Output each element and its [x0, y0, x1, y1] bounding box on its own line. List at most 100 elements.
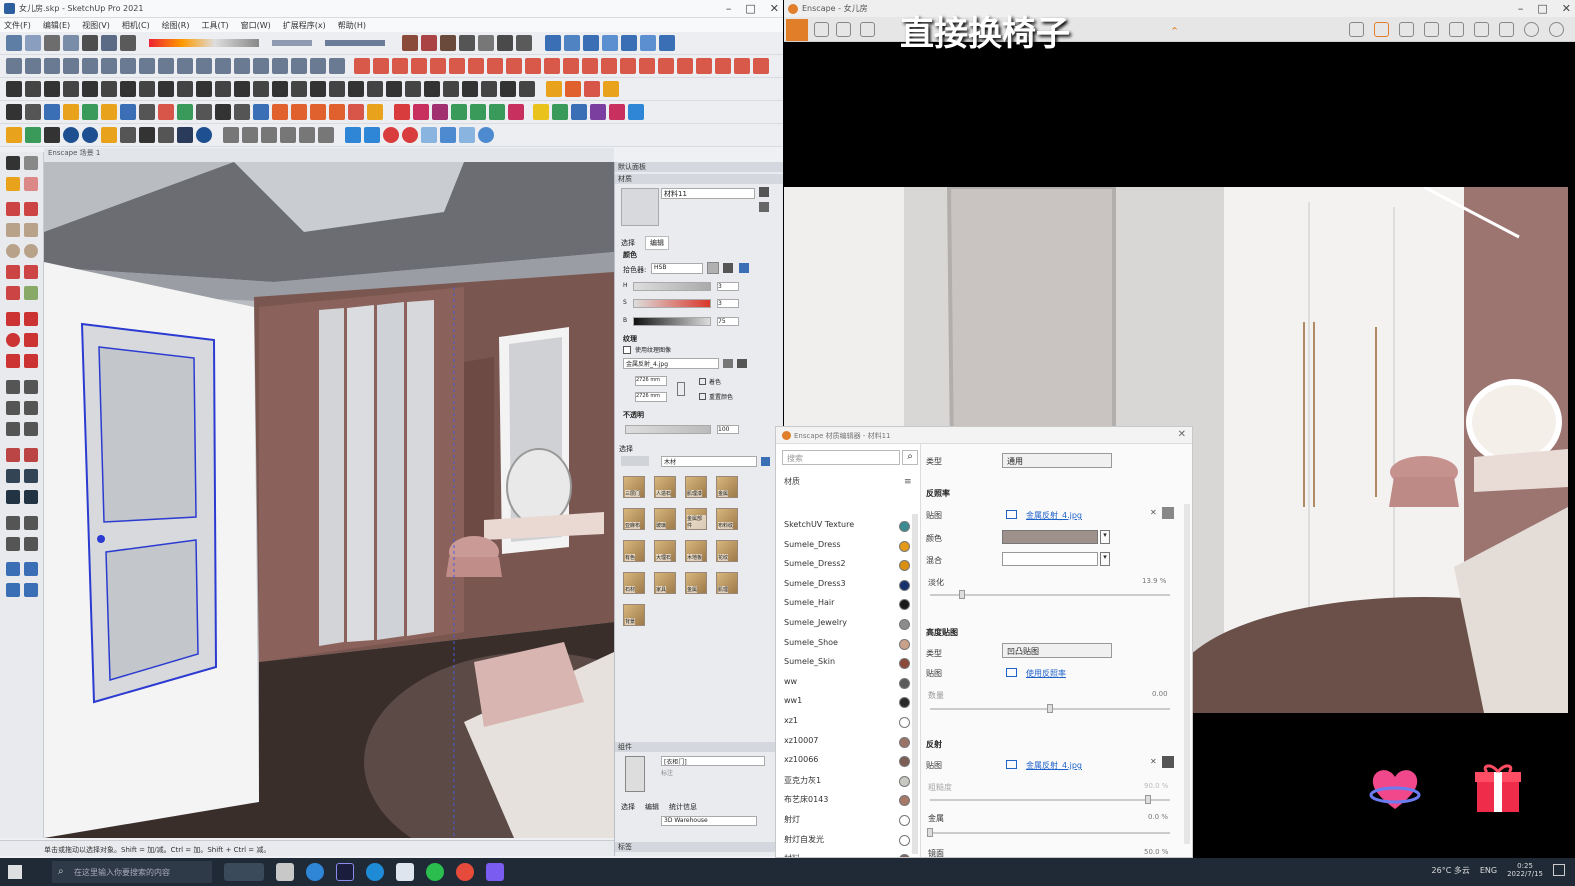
- type-select[interactable]: 通用: [1002, 453, 1112, 468]
- details-icon[interactable]: [761, 457, 770, 466]
- create-material-icon[interactable]: [759, 202, 769, 212]
- plugin-icon[interactable]: [715, 58, 731, 74]
- pie-icon[interactable]: [24, 286, 38, 300]
- component-icon[interactable]: [497, 35, 513, 51]
- plugin-icon[interactable]: [753, 58, 769, 74]
- menu-icon[interactable]: ≡: [904, 477, 912, 487]
- arc-icon[interactable]: [6, 286, 20, 300]
- record-icon[interactable]: [383, 127, 399, 143]
- plugin-icon[interactable]: [432, 104, 448, 120]
- warehouse-icon[interactable]: [440, 35, 456, 51]
- tool-icon[interactable]: [440, 127, 456, 143]
- home-icon[interactable]: [786, 19, 808, 41]
- previous-view-icon[interactable]: [24, 490, 38, 504]
- plugin-icon[interactable]: [451, 104, 467, 120]
- tool-icon[interactable]: [481, 81, 497, 97]
- tool-icon[interactable]: [196, 104, 212, 120]
- tool-icon[interactable]: [348, 104, 364, 120]
- plugin-icon[interactable]: [449, 58, 465, 74]
- edge-icon[interactable]: [306, 863, 324, 881]
- stop-icon[interactable]: [402, 127, 418, 143]
- zoom-icon[interactable]: [659, 35, 675, 51]
- eraser-icon[interactable]: [24, 177, 38, 191]
- draw-icon[interactable]: [63, 58, 79, 74]
- mix-color-swatch[interactable]: [1002, 552, 1098, 566]
- folder-icon[interactable]: [1006, 760, 1017, 769]
- settings-icon[interactable]: [1524, 22, 1539, 37]
- bump-amount-slider-knob[interactable]: [1047, 704, 1053, 713]
- file-explorer-icon[interactable]: [276, 863, 294, 881]
- tint-dropdown-icon[interactable]: ▾: [1100, 530, 1110, 544]
- plugin-icon[interactable]: [609, 104, 625, 120]
- tool-icon[interactable]: [234, 81, 250, 97]
- photoshop-icon[interactable]: [336, 863, 354, 881]
- brightness-slider[interactable]: [633, 317, 711, 326]
- edit-texture-icon[interactable]: [737, 359, 747, 368]
- arc-icon[interactable]: [24, 265, 38, 279]
- plugin-icon[interactable]: [430, 58, 446, 74]
- component-icon[interactable]: [516, 35, 532, 51]
- fade-slider-track[interactable]: [930, 594, 1170, 596]
- saturation-value[interactable]: 3: [717, 299, 739, 308]
- material-list-item[interactable]: Sumele_Hair: [784, 598, 914, 615]
- home-icon[interactable]: [261, 127, 277, 143]
- fog-slider[interactable]: [272, 40, 312, 46]
- roughness-slider-knob[interactable]: [1145, 795, 1151, 804]
- upload-icon[interactable]: [1449, 22, 1464, 37]
- material-swatch[interactable]: 大理石: [654, 540, 676, 562]
- tool-icon[interactable]: [158, 127, 174, 143]
- tool-icon[interactable]: [386, 81, 402, 97]
- tool-icon[interactable]: [459, 127, 475, 143]
- notifications-icon[interactable]: [1553, 864, 1565, 876]
- tool-icon[interactable]: [310, 81, 326, 97]
- properties-scrollbar[interactable]: [1184, 504, 1190, 844]
- zoom-extents-icon[interactable]: [6, 490, 20, 504]
- mail-icon[interactable]: [177, 127, 193, 143]
- material-swatch[interactable]: 肌理漆: [685, 476, 707, 498]
- draw-icon[interactable]: [158, 58, 174, 74]
- tool-icon[interactable]: [367, 81, 383, 97]
- tint-color-swatch[interactable]: [1002, 530, 1098, 544]
- paint-bucket-icon[interactable]: [6, 177, 20, 191]
- book-icon[interactable]: [1424, 22, 1439, 37]
- tool-icon[interactable]: [272, 81, 288, 97]
- menu-file[interactable]: 文件(F): [4, 20, 31, 31]
- remove-reflection-icon[interactable]: ✕: [1150, 757, 1157, 766]
- material-swatch[interactable]: 金属部件: [685, 508, 707, 530]
- tool-icon[interactable]: [215, 81, 231, 97]
- cube-icon[interactable]: [6, 35, 22, 51]
- menu-view[interactable]: 视图(V): [82, 20, 110, 31]
- draw-icon[interactable]: [101, 58, 117, 74]
- tool-icon[interactable]: [139, 81, 155, 97]
- brick-icon[interactable]: [402, 35, 418, 51]
- component-icon[interactable]: [24, 156, 38, 170]
- menu-edit[interactable]: 编辑(E): [43, 20, 70, 31]
- tool-icon[interactable]: [310, 104, 326, 120]
- tool-icon[interactable]: [120, 104, 136, 120]
- freehand-icon[interactable]: [24, 202, 38, 216]
- material-list-item[interactable]: Sumele_Skin: [784, 657, 914, 674]
- tool-icon[interactable]: [63, 127, 79, 143]
- tool-icon[interactable]: [329, 104, 345, 120]
- wechat-icon[interactable]: [426, 863, 444, 881]
- material-list-item[interactable]: Sumele_Shoe: [784, 638, 914, 655]
- material-list-scrollbar[interactable]: [912, 514, 918, 854]
- camera-icon[interactable]: [545, 35, 561, 51]
- pan-icon[interactable]: [24, 448, 38, 462]
- rectangle-icon[interactable]: [6, 223, 20, 237]
- tool-icon[interactable]: [500, 81, 516, 97]
- view-icon[interactable]: [44, 35, 60, 51]
- plugin-icon[interactable]: [506, 58, 522, 74]
- list-icon[interactable]: [836, 22, 851, 37]
- rectangle-icon[interactable]: [24, 223, 38, 237]
- component-icon[interactable]: [478, 35, 494, 51]
- push-pull-icon[interactable]: [24, 312, 38, 326]
- follow-me-icon[interactable]: [24, 333, 38, 347]
- sketchup-taskbar-icon[interactable]: [396, 863, 414, 881]
- reflection-texture-link[interactable]: 金属反射_4.jpg: [1026, 760, 1082, 771]
- style-icon[interactable]: [101, 35, 117, 51]
- metallic-slider-knob[interactable]: [927, 828, 933, 837]
- feedback-icon[interactable]: [1499, 22, 1514, 37]
- tool-icon[interactable]: [242, 127, 258, 143]
- plugin-icon[interactable]: [603, 81, 619, 97]
